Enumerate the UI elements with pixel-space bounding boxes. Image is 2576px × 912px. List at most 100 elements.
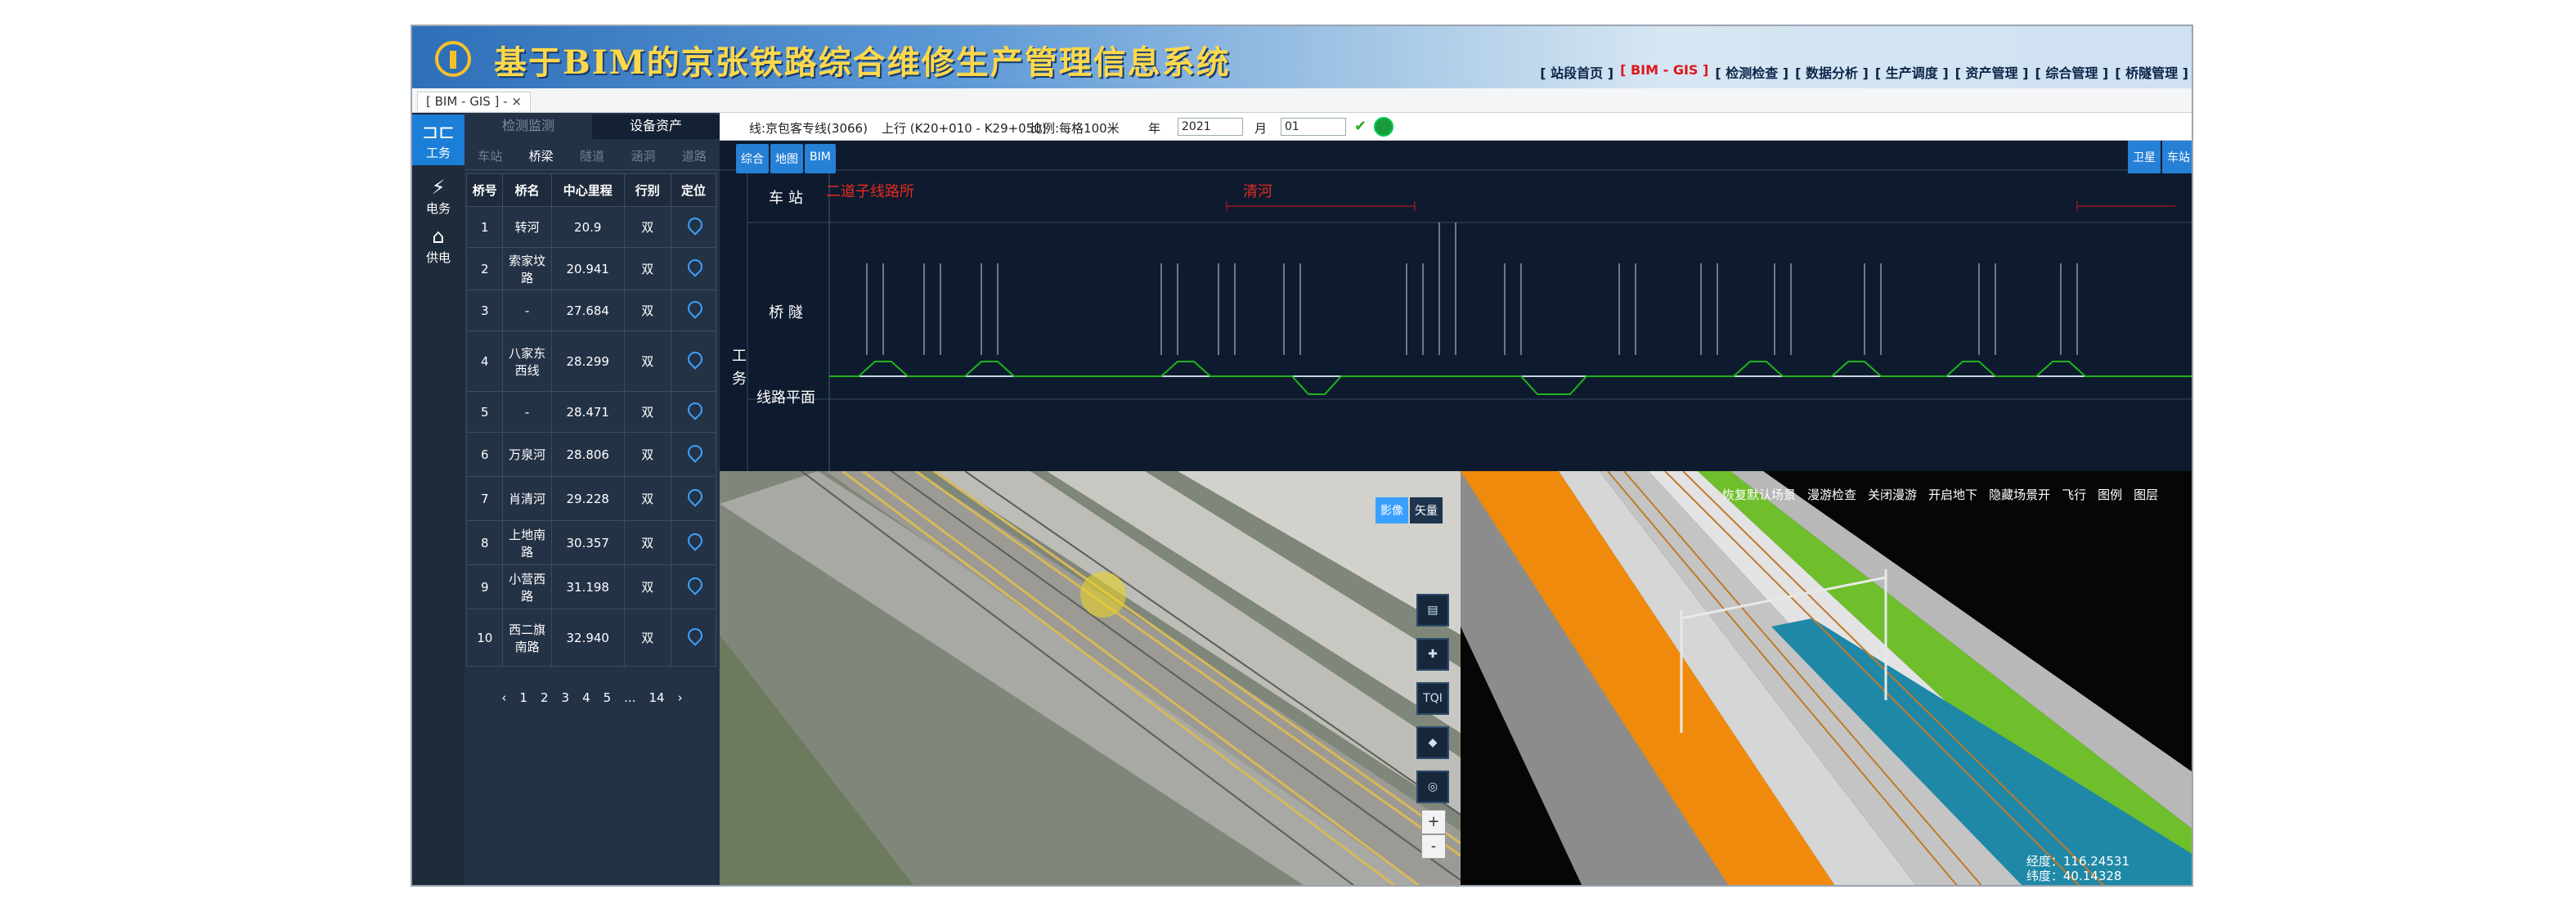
locate-cell[interactable] (670, 391, 717, 433)
tab-assets[interactable]: 设备资产 (592, 115, 720, 139)
locate-cell[interactable] (670, 247, 717, 290)
locate-cell[interactable] (670, 564, 717, 609)
location-pin-icon[interactable] (687, 577, 700, 594)
location-pin-icon[interactable] (687, 628, 700, 645)
rail-item-track[interactable]: ⊐⊏ 工务 (412, 115, 464, 165)
nav-dispatch[interactable]: [ 生产调度 ] (1872, 62, 1952, 83)
month-select[interactable]: 01 (1281, 118, 1346, 136)
table-row[interactable]: 8 上地南路 30.357 双 (465, 520, 717, 565)
roam-check-button[interactable]: 漫游检查 (1807, 486, 1856, 503)
view-map-button[interactable]: 地图 (770, 144, 803, 173)
latitude: 纬度：40.14328 (2026, 869, 2122, 883)
nav-assets[interactable]: [ 资产管理 ] (1952, 62, 2032, 83)
year-select[interactable]: 2021 (1178, 118, 1243, 136)
locate-cell[interactable] (670, 206, 717, 248)
nav-bridge-tunnel[interactable]: [ 桥隧管理 ] (2112, 62, 2192, 83)
system-title: 基于BIM的京张铁路综合维修生产管理信息系统 (494, 43, 1231, 82)
station-button[interactable]: 车站 (2162, 141, 2192, 173)
year-label: 年 (1148, 121, 1161, 136)
page-1[interactable]: 1 (519, 690, 527, 705)
location-pin-icon[interactable] (687, 445, 700, 461)
locate-cell[interactable] (670, 432, 717, 477)
page-prev[interactable]: ‹ (501, 690, 506, 705)
locate-cell[interactable] (670, 609, 717, 667)
locate-cell[interactable] (670, 520, 717, 565)
tab-monitoring[interactable]: 检测监测 (464, 115, 592, 139)
table-row[interactable]: 2 索家坟路 20.941 双 (465, 247, 717, 290)
nav-bim-gis[interactable]: [ BIM - GIS ] (1617, 62, 1712, 83)
table-row[interactable]: 6 万泉河 28.806 双 (465, 432, 717, 477)
nav-inspection[interactable]: [ 检测检查 ] (1712, 62, 1792, 83)
nav-general[interactable]: [ 综合管理 ] (2031, 62, 2112, 83)
rail-item-power[interactable]: ⌂ 供电 (412, 219, 464, 270)
subtab-bridge[interactable]: 桥梁 (515, 142, 566, 169)
table-row[interactable]: 1 转河 20.9 双 (465, 206, 717, 248)
page-14[interactable]: 14 (648, 690, 664, 705)
locate-cell[interactable] (670, 476, 717, 521)
nav-analysis[interactable]: [ 数据分析 ] (1792, 62, 1872, 83)
page-next[interactable]: › (678, 690, 683, 705)
line-range: 上行 (K20+010 - K29+050) (882, 121, 1047, 136)
rail-item-signal[interactable]: ⚡ 电务 (412, 170, 464, 221)
refresh-icon[interactable] (1374, 117, 1393, 137)
top-navigation: [ 站段首页 ] [ BIM - GIS ] [ 检测检查 ] [ 数据分析 ]… (1537, 62, 2192, 83)
rail-item-label: 供电 (425, 250, 451, 265)
satellite-map[interactable]: 影像 矢量 ▤ ✚ TQI ◆ ◎ + - (720, 471, 1461, 885)
bim-3d-view[interactable]: 恢复默认场景 漫游检查 关闭漫游 开启地下 隐藏场景开 飞行 图例 图层 经度：… (1461, 471, 2192, 885)
hide-scene-button[interactable]: 隐藏场景开 (1989, 486, 2050, 503)
cube-icon[interactable]: ◆ (1416, 726, 1449, 759)
location-pin-icon[interactable] (687, 533, 700, 550)
cell-dir: 双 (623, 564, 671, 609)
view-combined-button[interactable]: 综合 (736, 144, 769, 173)
vector-toggle[interactable]: 矢量 (1410, 497, 1443, 523)
cell-name: 小营西路 (502, 564, 552, 609)
location-pin-icon[interactable] (687, 489, 700, 505)
puzzle-icon[interactable]: ✚ (1416, 638, 1449, 671)
imagery-toggle[interactable]: 影像 (1376, 497, 1408, 523)
underground-button[interactable]: 开启地下 (1928, 486, 1977, 503)
location-pin-icon[interactable] (687, 218, 700, 234)
cell-no: 1 (465, 206, 504, 248)
page-2[interactable]: 2 (541, 690, 549, 705)
scale-label: 比例:每格100米 (1030, 121, 1120, 136)
legend-button[interactable]: 图例 (2098, 486, 2122, 503)
table-row[interactable]: 5-28.471 双 (465, 391, 717, 433)
fly-button[interactable]: 飞行 (2062, 486, 2086, 503)
tqi-button[interactable]: TQI (1416, 682, 1449, 715)
close-roam-button[interactable]: 关闭漫游 (1868, 486, 1917, 503)
line-name: 线:京包客专线(3066) (749, 121, 868, 136)
location-pin-icon[interactable] (687, 301, 700, 317)
subtab-culvert[interactable]: 涵洞 (617, 142, 668, 169)
table-row[interactable]: 3-27.684 双 (465, 290, 717, 331)
cell-no: 6 (465, 432, 504, 477)
table-row[interactable]: 7 肖清河 29.228 双 (465, 476, 717, 521)
table-row[interactable]: 9 小营西路 31.198 双 (465, 564, 717, 609)
nav-home[interactable]: [ 站段首页 ] (1537, 62, 1617, 83)
satellite-button[interactable]: 卫星 (2128, 141, 2161, 173)
subtab-station[interactable]: 车站 (464, 142, 515, 169)
zoom-in-button[interactable]: + (1421, 810, 1446, 834)
table-row[interactable]: 4 八家东西线 28.299 双 (465, 330, 717, 392)
confirm-icon[interactable]: ✔ (1354, 118, 1367, 135)
layers-button[interactable]: 图层 (2134, 486, 2158, 503)
location-pin-icon[interactable] (687, 259, 700, 276)
page-5[interactable]: 5 (604, 690, 612, 705)
location-pin-icon[interactable] (687, 352, 700, 368)
page-3[interactable]: 3 (562, 690, 570, 705)
table-row[interactable]: 10 西二旗南路 32.940 双 (465, 609, 717, 667)
lightning-icon: ⚡ (431, 176, 446, 199)
subtab-tunnel[interactable]: 隧道 (567, 142, 617, 169)
page-4[interactable]: 4 (582, 690, 590, 705)
cell-no: 5 (465, 391, 504, 433)
tab-bim-gis[interactable]: [ BIM - GIS ] - × (417, 92, 531, 111)
view-bim-button[interactable]: BIM (805, 144, 836, 173)
locate-cell[interactable] (670, 330, 717, 392)
layers-icon[interactable]: ▤ (1416, 594, 1449, 627)
locate-cell[interactable] (670, 290, 717, 331)
location-pin-icon[interactable] (687, 402, 700, 419)
zoom-out-button[interactable]: - (1421, 834, 1446, 859)
target-icon[interactable]: ◎ (1416, 770, 1449, 803)
reset-scene-button[interactable]: 恢复默认场景 (1722, 486, 1796, 503)
subtab-road[interactable]: 道路 (669, 142, 720, 169)
map-type-toggle: 影像 矢量 (1376, 497, 1443, 523)
